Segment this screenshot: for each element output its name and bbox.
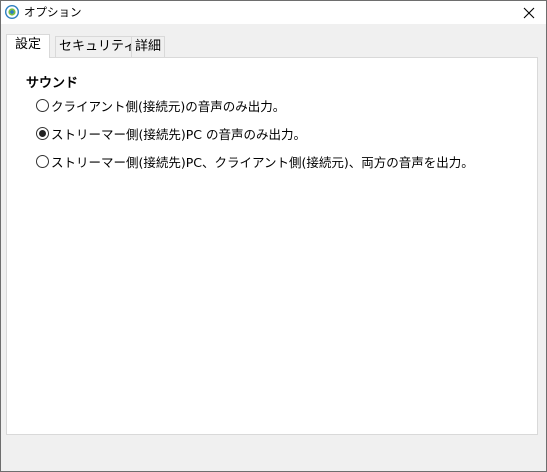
radio-icon[interactable] xyxy=(36,99,49,112)
app-logo-icon xyxy=(5,5,19,19)
radio-both-label: ストリーマー側(接続先)PC、クライアント側(接続元)、両方の音声を出力。 xyxy=(51,155,474,170)
radio-streamer-only[interactable]: ストリーマー側(接続先)PC の音声のみ出力。 xyxy=(36,124,306,143)
radio-icon[interactable] xyxy=(36,127,49,140)
radio-both[interactable]: ストリーマー側(接続先)PC、クライアント側(接続元)、両方の音声を出力。 xyxy=(36,152,474,171)
close-icon xyxy=(523,7,535,18)
radio-client-only[interactable]: クライアント側(接続元)の音声のみ出力。 xyxy=(36,96,285,115)
window-title: オプション xyxy=(24,5,82,19)
title-bar: オプション xyxy=(1,1,546,24)
radio-client-only-label: クライアント側(接続元)の音声のみ出力。 xyxy=(51,99,286,114)
radio-icon[interactable] xyxy=(36,155,49,168)
tab-advanced[interactable]: 詳細 xyxy=(131,36,166,57)
tab-settings[interactable]: 設定 xyxy=(6,34,51,58)
tab-security[interactable]: セキュリティ xyxy=(55,36,141,57)
radio-selected-dot xyxy=(39,130,46,137)
close-button[interactable] xyxy=(512,1,546,24)
radio-streamer-only-label: ストリーマー側(接続先)PC の音声のみ出力。 xyxy=(51,127,306,142)
options-dialog: オプション 設定 セキュリティ 詳細 サウンド クライアント側(接続元)の音声の… xyxy=(0,0,547,472)
sound-group-title: サウンド xyxy=(26,76,79,91)
settings-panel: サウンド クライアント側(接続元)の音声のみ出力。 ストリーマー側(接続先)PC… xyxy=(6,57,538,435)
